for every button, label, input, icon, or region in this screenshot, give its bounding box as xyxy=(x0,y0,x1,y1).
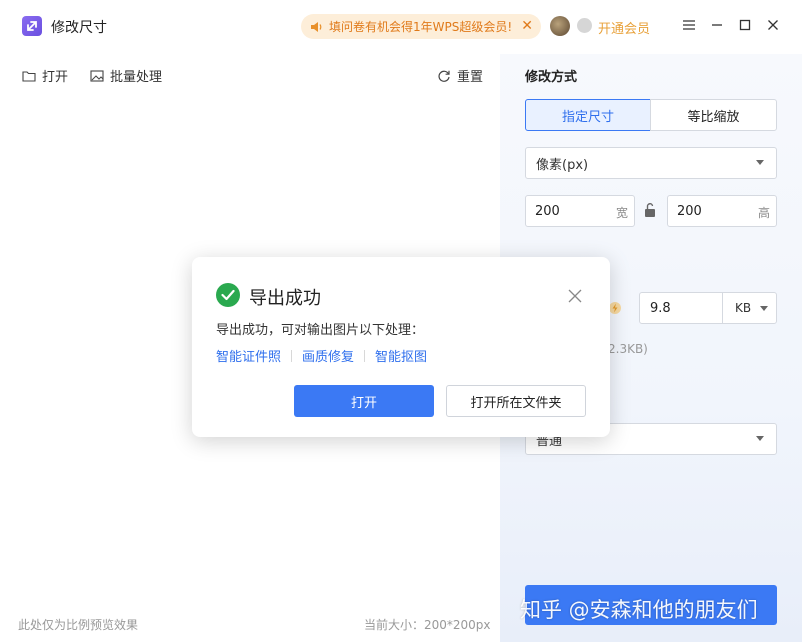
watermark: 知乎 @安森和他的朋友们 xyxy=(520,598,758,622)
reset-button[interactable]: 重置 xyxy=(437,66,483,85)
width-input[interactable]: 200 宽 xyxy=(525,195,635,227)
window-close-icon[interactable] xyxy=(762,14,784,36)
open-button[interactable]: 打开 xyxy=(22,66,68,85)
chevron-down-icon xyxy=(756,436,764,441)
section-title: 修改方式 xyxy=(525,70,578,85)
dialog-title: 导出成功 xyxy=(249,288,321,309)
unit-select[interactable]: 像素(px) xyxy=(525,147,777,179)
width-unit: 宽 xyxy=(615,206,628,220)
resize-arrows-icon xyxy=(22,16,42,36)
dialog-message: 导出成功，可对输出图片以下处理： xyxy=(216,323,425,338)
dialog-links: 智能证件照 画质修复 智能抠图 xyxy=(216,346,427,365)
unit-select-value: 像素(px) xyxy=(536,157,589,173)
avatar[interactable] xyxy=(550,16,570,36)
speaker-icon xyxy=(311,21,322,32)
vip-link[interactable]: 开通会员 xyxy=(598,18,650,37)
file-size-value: 9.8 xyxy=(650,300,671,316)
file-size-unit-select[interactable]: KB xyxy=(722,292,777,324)
batch-process-label: 批量处理 xyxy=(110,70,163,85)
minimize-icon[interactable] xyxy=(706,14,728,36)
success-check-icon xyxy=(216,283,240,307)
hamburger-icon[interactable] xyxy=(678,14,700,36)
lightning-icon xyxy=(608,301,622,319)
quality-repair-link[interactable]: 画质修复 xyxy=(302,346,354,365)
width-value: 200 xyxy=(535,203,560,219)
maximize-icon[interactable] xyxy=(734,14,756,36)
title-bar: 修改尺寸 填问卷有机会得1年WPS超级会员! ✕ 开通会员 xyxy=(0,0,802,54)
preview-hint: 此处仅为比例预览效果 xyxy=(18,618,139,632)
unlock-icon[interactable] xyxy=(643,202,657,222)
open-button-label: 打开 xyxy=(42,70,69,85)
refresh-icon xyxy=(438,70,450,82)
vip-diamond-icon xyxy=(577,18,592,33)
file-size-unit: KB xyxy=(735,301,752,315)
height-unit: 高 xyxy=(757,206,770,220)
file-size-input[interactable]: 9.8 xyxy=(639,292,723,324)
tab-proportional-scale[interactable]: 等比缩放 xyxy=(650,99,777,131)
image-icon xyxy=(90,69,104,82)
id-photo-link[interactable]: 智能证件照 xyxy=(216,346,281,365)
dialog-close-icon[interactable] xyxy=(568,289,582,307)
open-folder-button[interactable]: 打开所在文件夹 xyxy=(446,385,586,417)
promo-banner[interactable]: 填问卷有机会得1年WPS超级会员! ✕ xyxy=(301,14,541,39)
chevron-down-icon xyxy=(756,160,764,165)
export-success-dialog: 导出成功 导出成功，可对输出图片以下处理： 智能证件照 画质修复 智能抠图 打开… xyxy=(192,257,610,437)
close-icon[interactable]: ✕ xyxy=(521,18,533,34)
link-divider xyxy=(364,349,366,362)
current-size: 当前大小：200*200px xyxy=(364,618,491,632)
open-file-button[interactable]: 打开 xyxy=(294,385,434,417)
link-divider xyxy=(291,349,293,362)
smart-cutout-link[interactable]: 智能抠图 xyxy=(375,346,427,365)
promo-text: 填问卷有机会得1年WPS超级会员! xyxy=(329,20,513,34)
app-title: 修改尺寸 xyxy=(51,20,107,36)
reset-label: 重置 xyxy=(457,70,484,85)
tab-specify-size[interactable]: 指定尺寸 xyxy=(525,99,651,131)
chevron-down-icon xyxy=(760,306,768,311)
height-value: 200 xyxy=(677,203,702,219)
folder-icon xyxy=(22,70,36,82)
file-size-hint: 2.3KB) xyxy=(608,342,648,356)
batch-process-button[interactable]: 批量处理 xyxy=(90,66,162,85)
height-input[interactable]: 200 高 xyxy=(667,195,777,227)
